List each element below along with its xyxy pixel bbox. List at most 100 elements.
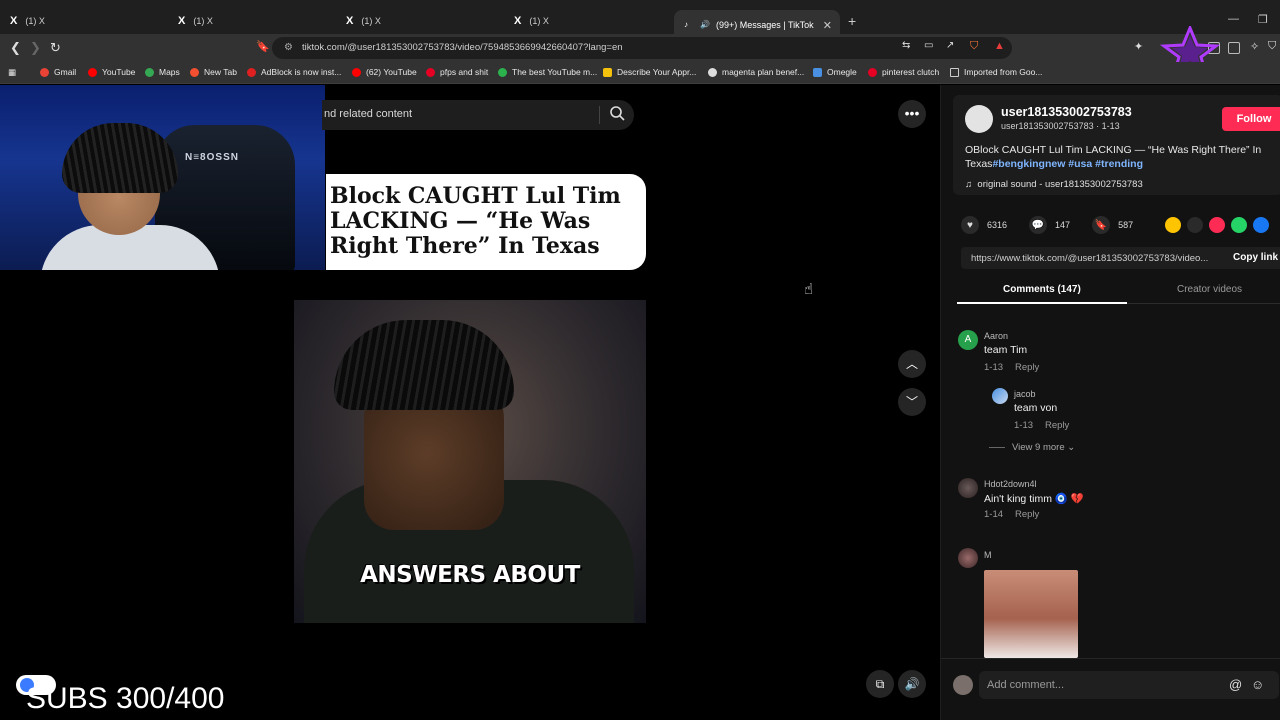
video-player[interactable]: ANSWERS ABOUT: [294, 300, 646, 623]
hashtag[interactable]: #usa: [1068, 158, 1092, 170]
forward-icon[interactable]: ❯: [30, 40, 41, 56]
pinterest-icon: [868, 67, 877, 77]
search-bar[interactable]: nd related content: [322, 100, 634, 130]
bookmark-gmail[interactable]: Gmail: [40, 67, 76, 77]
browser-tab-1[interactable]: X (1) X: [0, 8, 168, 34]
minimize-icon[interactable]: —: [1228, 13, 1239, 25]
browser-tab-3[interactable]: X (1) X: [336, 8, 504, 34]
reply-button[interactable]: Reply: [1045, 420, 1069, 431]
like-icon[interactable]: ♥: [961, 216, 979, 234]
leo-icon[interactable]: ✧: [1250, 40, 1259, 53]
panel-tabs: Comments (147) Creator videos: [957, 282, 1280, 304]
commenter-avatar[interactable]: [958, 478, 978, 498]
bookmark-describe[interactable]: Describe Your Appr...: [603, 67, 696, 77]
brave-shield-icon[interactable]: ⛉: [970, 40, 978, 53]
bookmark-pfps[interactable]: pfps and shit: [426, 67, 488, 77]
coin-icon[interactable]: [1165, 217, 1181, 233]
comment-image[interactable]: [984, 570, 1078, 658]
facebook-icon[interactable]: [1253, 217, 1269, 233]
volume-icon[interactable]: 🔊: [898, 670, 926, 698]
back-icon[interactable]: ❮: [10, 40, 21, 56]
bookmark-pinterest[interactable]: pinterest clutch: [868, 67, 939, 77]
comment-date: 1-13: [984, 362, 1004, 373]
extensions-icon[interactable]: ✦: [1134, 40, 1143, 53]
commenter-name[interactable]: jacob: [1014, 389, 1036, 399]
browser-toolbar: ❮ ❯ ↻ 🔖 ⚙ tiktok.com/@user18135300275378…: [0, 34, 1280, 62]
gmail-icon: [40, 67, 49, 77]
previous-video-button[interactable]: ︿: [898, 350, 926, 378]
folder-icon: [950, 67, 959, 77]
hashtag[interactable]: #trending: [1095, 158, 1143, 170]
commenter-avatar[interactable]: A: [958, 330, 978, 350]
reply-button[interactable]: Reply: [1015, 509, 1039, 520]
commenter-name[interactable]: Aaron: [984, 331, 1008, 341]
browser-tab-2[interactable]: X (1) X: [168, 8, 336, 34]
close-tab-icon[interactable]: ✕: [823, 19, 832, 32]
save-count: 587: [1118, 220, 1134, 230]
bookmark-new-tab[interactable]: New Tab: [190, 67, 237, 77]
bookmark-imported[interactable]: Imported from Goo...: [950, 67, 1042, 77]
hashtag[interactable]: #bengkingnew: [992, 158, 1065, 170]
view-more-replies[interactable]: View 9 more ⌄: [989, 442, 1075, 453]
reply-button[interactable]: Reply: [1015, 362, 1039, 373]
save-icon[interactable]: 🔖: [1092, 216, 1111, 234]
comment-icon[interactable]: 💬: [1029, 216, 1048, 234]
tab-comments[interactable]: Comments (147): [1003, 284, 1081, 295]
restore-icon[interactable]: ❐: [1258, 13, 1268, 26]
brave-rewards-icon[interactable]: ▲: [994, 40, 1005, 52]
bookmark-best-youtube[interactable]: The best YouTube m...: [498, 67, 597, 77]
brave-icon: [190, 67, 199, 77]
commenter-name[interactable]: Hdot2down4l: [984, 479, 1037, 489]
follow-button[interactable]: Follow: [1222, 107, 1280, 131]
search-icon[interactable]: [609, 105, 625, 121]
apps-icon[interactable]: ▦: [8, 67, 16, 78]
more-options-icon[interactable]: •••: [898, 100, 926, 128]
webcam-overlay: N≡8OSSN: [0, 85, 325, 270]
author-username[interactable]: user181353002753783: [1001, 105, 1132, 119]
commenter-avatar[interactable]: [992, 388, 1008, 404]
comment-input[interactable]: Add comment... @ ☺: [979, 671, 1279, 699]
wallet-icon[interactable]: [1228, 42, 1240, 54]
emoji-icon[interactable]: ☺: [1251, 677, 1264, 692]
vpn-icon[interactable]: ⛉: [1268, 40, 1276, 53]
bookmark-youtube[interactable]: YouTube: [88, 67, 135, 77]
tab-label: (1) X: [193, 16, 213, 26]
bookmark-youtube-62[interactable]: (62) YouTube: [352, 67, 417, 77]
active-tab-indicator: [957, 302, 1127, 304]
tab-creator-videos[interactable]: Creator videos: [1177, 284, 1242, 295]
bookmark-icon[interactable]: 🔖: [256, 40, 270, 53]
next-video-button[interactable]: ﹀: [898, 388, 926, 416]
comment-meta: 1-13 Reply: [984, 362, 1039, 373]
video-link-box: https://www.tiktok.com/@user181353002753…: [961, 247, 1280, 269]
bookmark-omegle[interactable]: Omegle: [813, 67, 857, 77]
search-placeholder: nd related content: [324, 108, 413, 120]
omegle-icon: [813, 67, 822, 77]
cast-icon[interactable]: ▭: [924, 40, 933, 51]
sound-link[interactable]: ♫ original sound - user181353002753783: [965, 179, 1143, 190]
bookmark-maps[interactable]: Maps: [145, 67, 180, 77]
streamer-hair: [62, 123, 178, 193]
browser-tab-4[interactable]: X (1) X: [504, 8, 672, 34]
address-bar[interactable]: ⚙ tiktok.com/@user181353002753783/video/…: [272, 37, 1012, 59]
url-text: tiktok.com/@user181353002753783/video/75…: [302, 42, 623, 53]
bookmark-magenta[interactable]: magenta plan benef...: [708, 67, 804, 77]
author-avatar[interactable]: [965, 105, 993, 133]
bookmark-adblock[interactable]: AdBlock is now inst...: [247, 67, 341, 77]
repost-icon[interactable]: [1209, 217, 1225, 233]
picture-in-picture-icon[interactable]: ⧉: [866, 670, 894, 698]
comment-text: team Tim: [984, 344, 1028, 356]
translate-icon[interactable]: ⇆: [902, 40, 910, 51]
video-headline: Block CAUGHT Lul Tim LACKING — “He Was R…: [330, 183, 621, 259]
page-content: N≡8OSSN nd related content Block CAUGHT …: [0, 85, 1280, 720]
mention-icon[interactable]: @: [1229, 677, 1242, 692]
copy-link-button[interactable]: Copy link: [1233, 252, 1278, 263]
new-tab-button[interactable]: +: [848, 13, 856, 29]
commenter-avatar[interactable]: [958, 548, 978, 568]
commenter-name[interactable]: M: [984, 550, 992, 560]
share-icon[interactable]: ↗: [946, 40, 954, 51]
tiktok-icon: ♪: [684, 20, 688, 29]
whatsapp-icon[interactable]: [1231, 217, 1247, 233]
reload-icon[interactable]: ↻: [50, 40, 61, 56]
embed-icon[interactable]: [1187, 217, 1203, 233]
site-info-icon[interactable]: ⚙: [284, 42, 293, 53]
